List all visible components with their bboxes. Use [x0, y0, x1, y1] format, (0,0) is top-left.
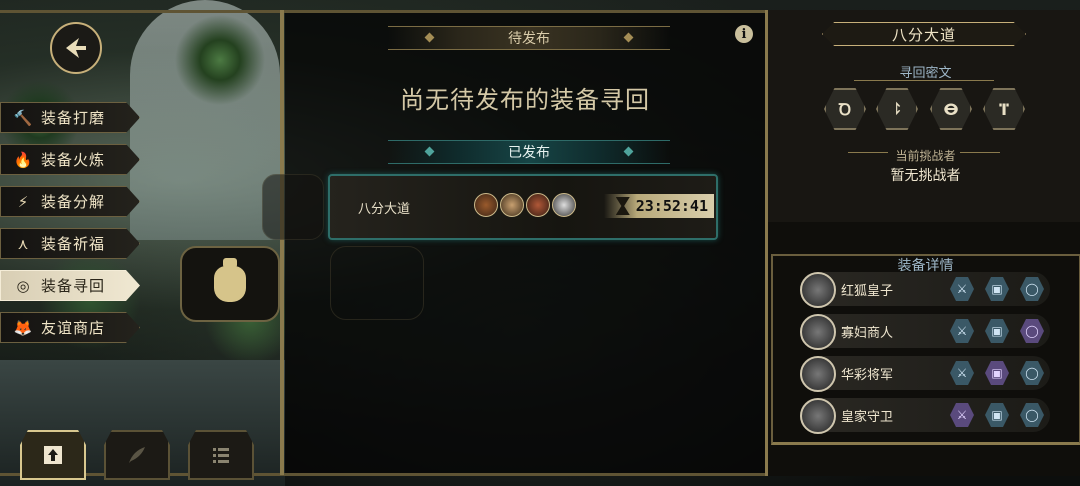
lightning-icon: ⚡ [17, 192, 29, 211]
avatar [526, 193, 550, 217]
character-row[interactable]: 红狐皇子 ⚔ ▣ ◯ [800, 272, 1050, 308]
divider [854, 80, 994, 81]
armor-icon[interactable]: ▣ [985, 361, 1009, 385]
character-row[interactable]: 华彩将军 ⚔ ▣ ◯ [800, 356, 1050, 392]
sword-icon[interactable]: ⚔ [950, 403, 974, 427]
armor-icon[interactable]: ▣ [985, 319, 1009, 343]
character-portrait [800, 272, 836, 308]
ring-icon[interactable]: ◯ [1020, 319, 1044, 343]
menu-item-label: 装备火炼 [41, 151, 106, 169]
feather-icon [129, 447, 145, 463]
back-arrow-icon [66, 38, 86, 58]
ghost-scales-card [330, 246, 424, 320]
armor-icon[interactable]: ▣ [985, 403, 1009, 427]
empty-message: 尚无待发布的装备寻回 [400, 86, 650, 114]
menu-item-5[interactable]: ◎ 装备寻回 [0, 270, 140, 301]
armor-icon[interactable]: ▣ [985, 277, 1009, 301]
avatar [474, 193, 498, 217]
flame-icon: 🔥 [13, 150, 33, 169]
route-title: 八分大道 [822, 22, 1026, 46]
ghost-bag-card [262, 174, 324, 240]
right-panel: 八分大道 寻回密文 Ꝺ ⥏ ⴱ ⴶ 当前挑战者 暂无挑战者 装备详情 红狐皇子 ⚔ ▣ ◯ 寡… [765, 10, 1080, 476]
diamond-ornament [623, 146, 634, 157]
character-name: 华彩将军 [841, 368, 894, 383]
menu-item-label: 装备寻回 [41, 277, 106, 295]
character-name: 皇家守卫 [841, 410, 894, 425]
entry-avatars [474, 193, 576, 217]
hourglass-icon [615, 197, 630, 215]
character-portrait [800, 314, 836, 350]
character-row[interactable]: 皇家守卫 ⚔ ▣ ◯ [800, 398, 1050, 434]
entry-name: 八分大道 [358, 202, 411, 217]
sword-icon[interactable]: ⚔ [950, 277, 974, 301]
character-row[interactable]: 寡妇商人 ⚔ ▣ ◯ [800, 314, 1050, 350]
info-icon[interactable]: i [735, 25, 753, 43]
blessing-icon: ⋏ [17, 234, 29, 253]
menu-item-1[interactable]: 🔨 装备打磨 [0, 102, 140, 133]
character-portrait [800, 356, 836, 392]
hammer-icon: 🔨 [13, 108, 33, 127]
diamond-ornament [623, 32, 634, 43]
character-name: 红狐皇子 [841, 284, 894, 299]
ring-icon[interactable]: ◯ [1020, 361, 1044, 385]
ring-icon[interactable]: ◯ [1020, 403, 1044, 427]
fox-icon: 🦊 [13, 318, 33, 337]
pending-header: 待发布 [388, 26, 670, 50]
left-divider [280, 10, 284, 475]
avatar [500, 193, 524, 217]
avatar [552, 193, 576, 217]
menu-item-2[interactable]: 🔥 装备火炼 [0, 144, 140, 175]
quill-button[interactable] [104, 430, 170, 480]
pending-header-label: 待发布 [508, 31, 550, 47]
ring-icon[interactable]: ◯ [1020, 277, 1044, 301]
publish-button[interactable] [20, 430, 86, 480]
menu-item-6[interactable]: 🦊 友谊商店 [0, 312, 140, 343]
published-header: 已发布 [388, 140, 670, 164]
secret-label: 寻回密文 [899, 66, 952, 81]
published-entry[interactable]: 八分大道 23:52:41 [328, 174, 718, 240]
menu-item-3[interactable]: ⚡ 装备分解 [0, 186, 140, 217]
challenger-value: 暂无挑战者 [890, 168, 961, 184]
menu-item-label: 装备分解 [41, 193, 106, 211]
menu-item-4[interactable]: ⋏ 装备祈福 [0, 228, 140, 259]
sword-icon[interactable]: ⚔ [950, 319, 974, 343]
back-button[interactable] [50, 22, 102, 74]
countdown-timer: 23:52:41 [604, 194, 714, 218]
sword-icon[interactable]: ⚔ [950, 361, 974, 385]
menu-item-label: 装备祈福 [41, 235, 106, 253]
diamond-ornament [424, 32, 435, 43]
challenger-label: 当前挑战者 [895, 149, 956, 163]
upload-icon [44, 446, 62, 464]
character-portrait [800, 398, 836, 434]
retrieve-bag-card[interactable] [180, 246, 280, 322]
menu-item-label: 装备打磨 [41, 109, 106, 127]
published-header-label: 已发布 [508, 145, 550, 161]
character-name: 寡妇商人 [841, 326, 894, 341]
timer-text: 23:52:41 [635, 197, 708, 215]
menu-item-label: 友谊商店 [41, 319, 106, 337]
list-button[interactable] [188, 430, 254, 480]
list-icon [213, 448, 229, 463]
target-icon: ◎ [16, 276, 30, 295]
money-bag-icon [214, 258, 246, 302]
diamond-ornament [424, 146, 435, 157]
